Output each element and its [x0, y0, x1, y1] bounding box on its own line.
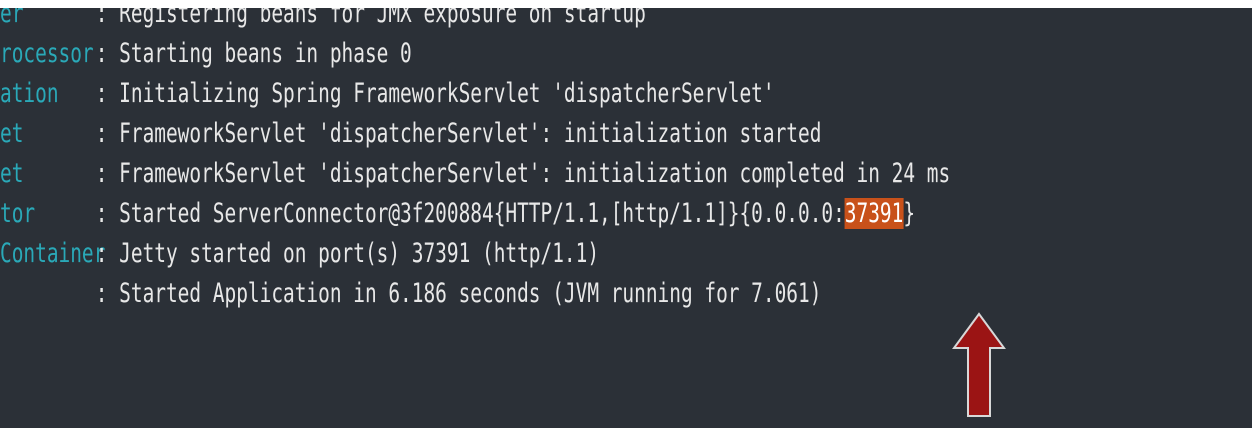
log-line-4: et : FrameworkServlet 'dispatcherServlet'… [0, 114, 821, 154]
logger-name: ation [0, 78, 59, 109]
logger-name: er [0, 8, 24, 29]
log-message: : Starting beans in phase 0 [95, 38, 412, 69]
log-message: : Jetty started on port(s) 37391 (http/1… [95, 238, 600, 269]
logger-name: et [0, 158, 24, 189]
log-line-6: tor : Started ServerConnector@3f200884{HT… [0, 194, 915, 234]
red-up-arrow-icon [952, 312, 1006, 417]
log-line-8: : Started Application in 6.186 seconds (… [0, 274, 822, 314]
logger-name: et [0, 118, 24, 149]
logger-name: Container [0, 238, 106, 269]
terminal-log-panel: er : Registering beans for JMX exposure o… [0, 8, 1252, 428]
logger-name: rocessor [0, 38, 94, 69]
log-message-end: } [903, 198, 916, 229]
highlighted-port-number: 37391 [844, 198, 904, 229]
log-message: : FrameworkServlet 'dispatcherServlet': … [95, 118, 822, 149]
log-message: : Started Application in 6.186 seconds (… [95, 278, 822, 309]
logger-name: tor [0, 198, 36, 229]
log-message: : Registering beans for JMX exposure on … [95, 8, 646, 29]
log-line-1: er : Registering beans for JMX exposure o… [0, 8, 646, 34]
log-message: : FrameworkServlet 'dispatcherServlet': … [95, 158, 951, 189]
log-message: : Initializing Spring FrameworkServlet '… [95, 78, 775, 109]
log-line-3: ation : Initializing Spring FrameworkServ… [0, 74, 775, 114]
log-line-2: rocessor: Starting beans in phase 0 [0, 34, 412, 74]
log-line-7: Container: Jetty started on port(s) 3739… [0, 234, 599, 274]
log-line-5: et : FrameworkServlet 'dispatcherServlet'… [0, 154, 950, 194]
log-message-start: : Started ServerConnector@3f200884{HTTP/… [95, 198, 845, 229]
